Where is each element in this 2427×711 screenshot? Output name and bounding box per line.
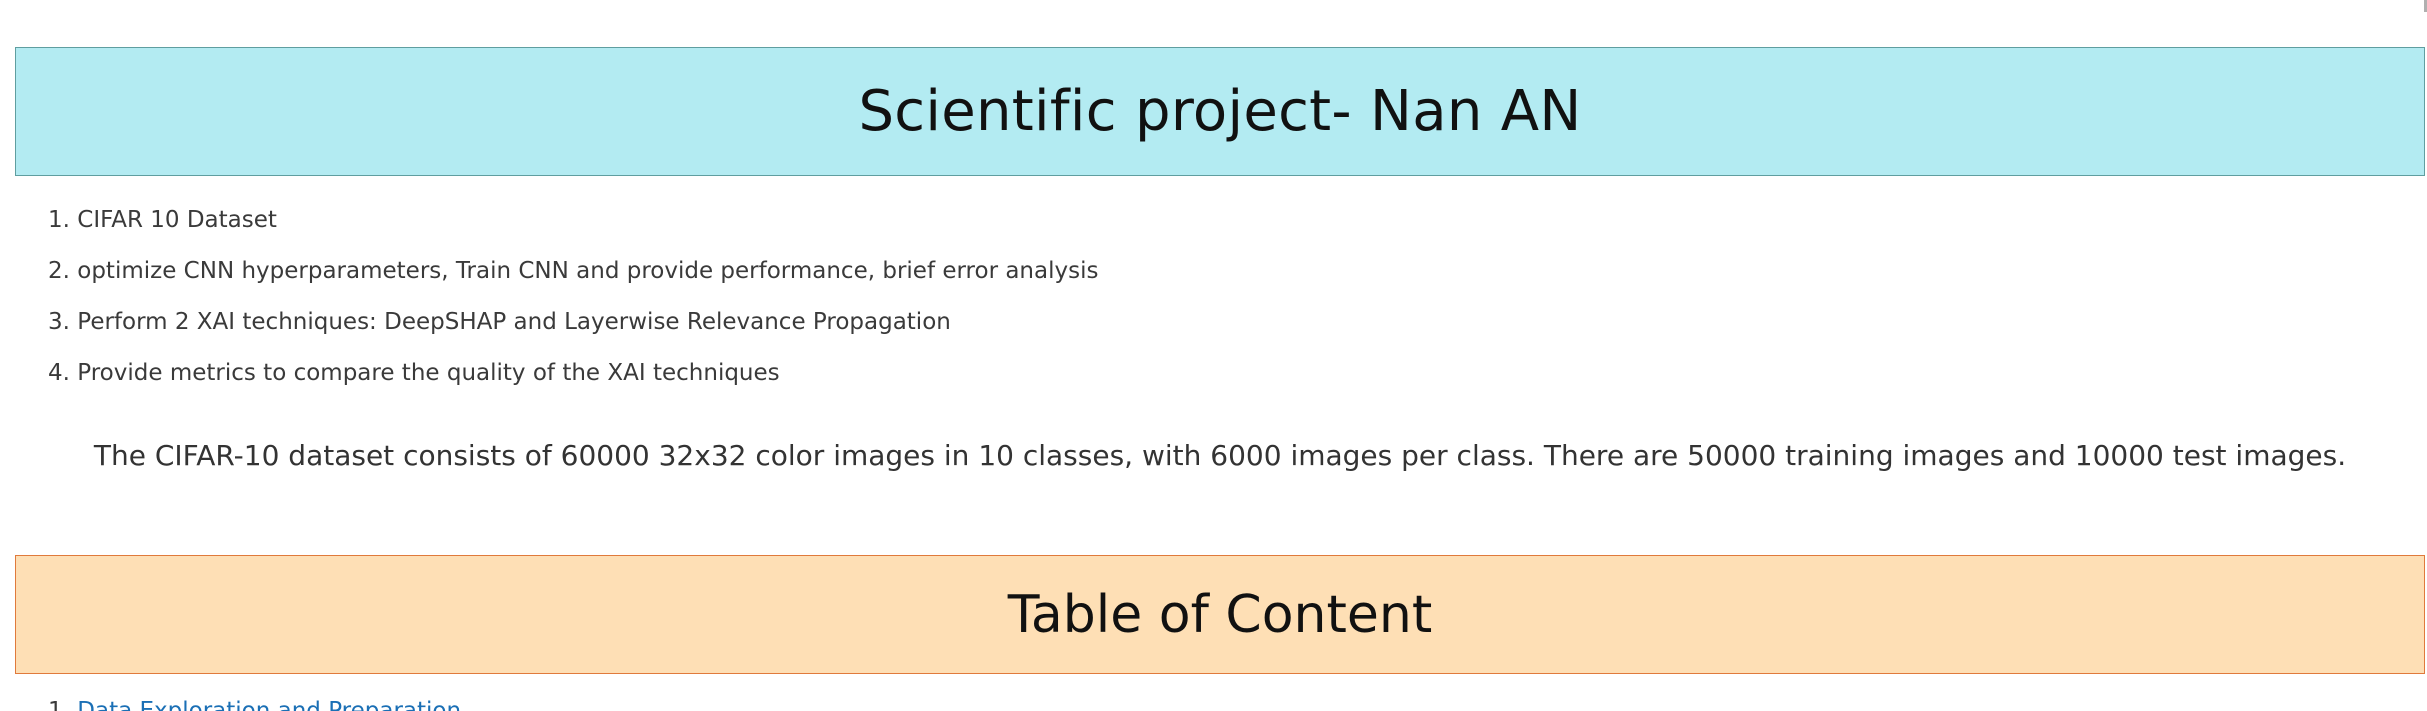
notebook-page: Scientific project- Nan AN 1. CIFAR 10 D… xyxy=(0,0,2427,711)
list-item: 3. Perform 2 XAI techniques: DeepSHAP an… xyxy=(48,304,1098,355)
list-item-text: optimize CNN hyperparameters, Train CNN … xyxy=(77,258,1099,284)
toc-title: Table of Content xyxy=(1007,584,1433,645)
dataset-description: The CIFAR-10 dataset consists of 60000 3… xyxy=(93,439,2347,472)
list-item-number: 4. xyxy=(48,360,70,386)
list-item: 1. CIFAR 10 Dataset xyxy=(48,202,1098,253)
toc-item-number: 1. xyxy=(48,698,70,711)
list-item-number: 2. xyxy=(48,258,70,284)
list-item-text: Perform 2 XAI techniques: DeepSHAP and L… xyxy=(77,309,951,335)
page-title: Scientific project- Nan AN xyxy=(858,79,1582,144)
list-item-number: 1. xyxy=(48,207,70,233)
toc-item: 1. Data Exploration and Preparation xyxy=(48,693,461,711)
list-item-number: 3. xyxy=(48,309,70,335)
title-banner: Scientific project- Nan AN xyxy=(15,47,2425,176)
list-item-text: Provide metrics to compare the quality o… xyxy=(77,360,780,386)
toc-list: 1. Data Exploration and Preparation xyxy=(48,693,461,711)
list-item: 4. Provide metrics to compare the qualit… xyxy=(48,355,1098,406)
list-item: 2. optimize CNN hyperparameters, Train C… xyxy=(48,253,1098,304)
list-item-text: CIFAR 10 Dataset xyxy=(77,207,277,233)
toc-banner: Table of Content xyxy=(15,555,2425,674)
toc-link-data-exploration[interactable]: Data Exploration and Preparation xyxy=(77,698,461,711)
task-list: 1. CIFAR 10 Dataset 2. optimize CNN hype… xyxy=(48,202,1098,406)
